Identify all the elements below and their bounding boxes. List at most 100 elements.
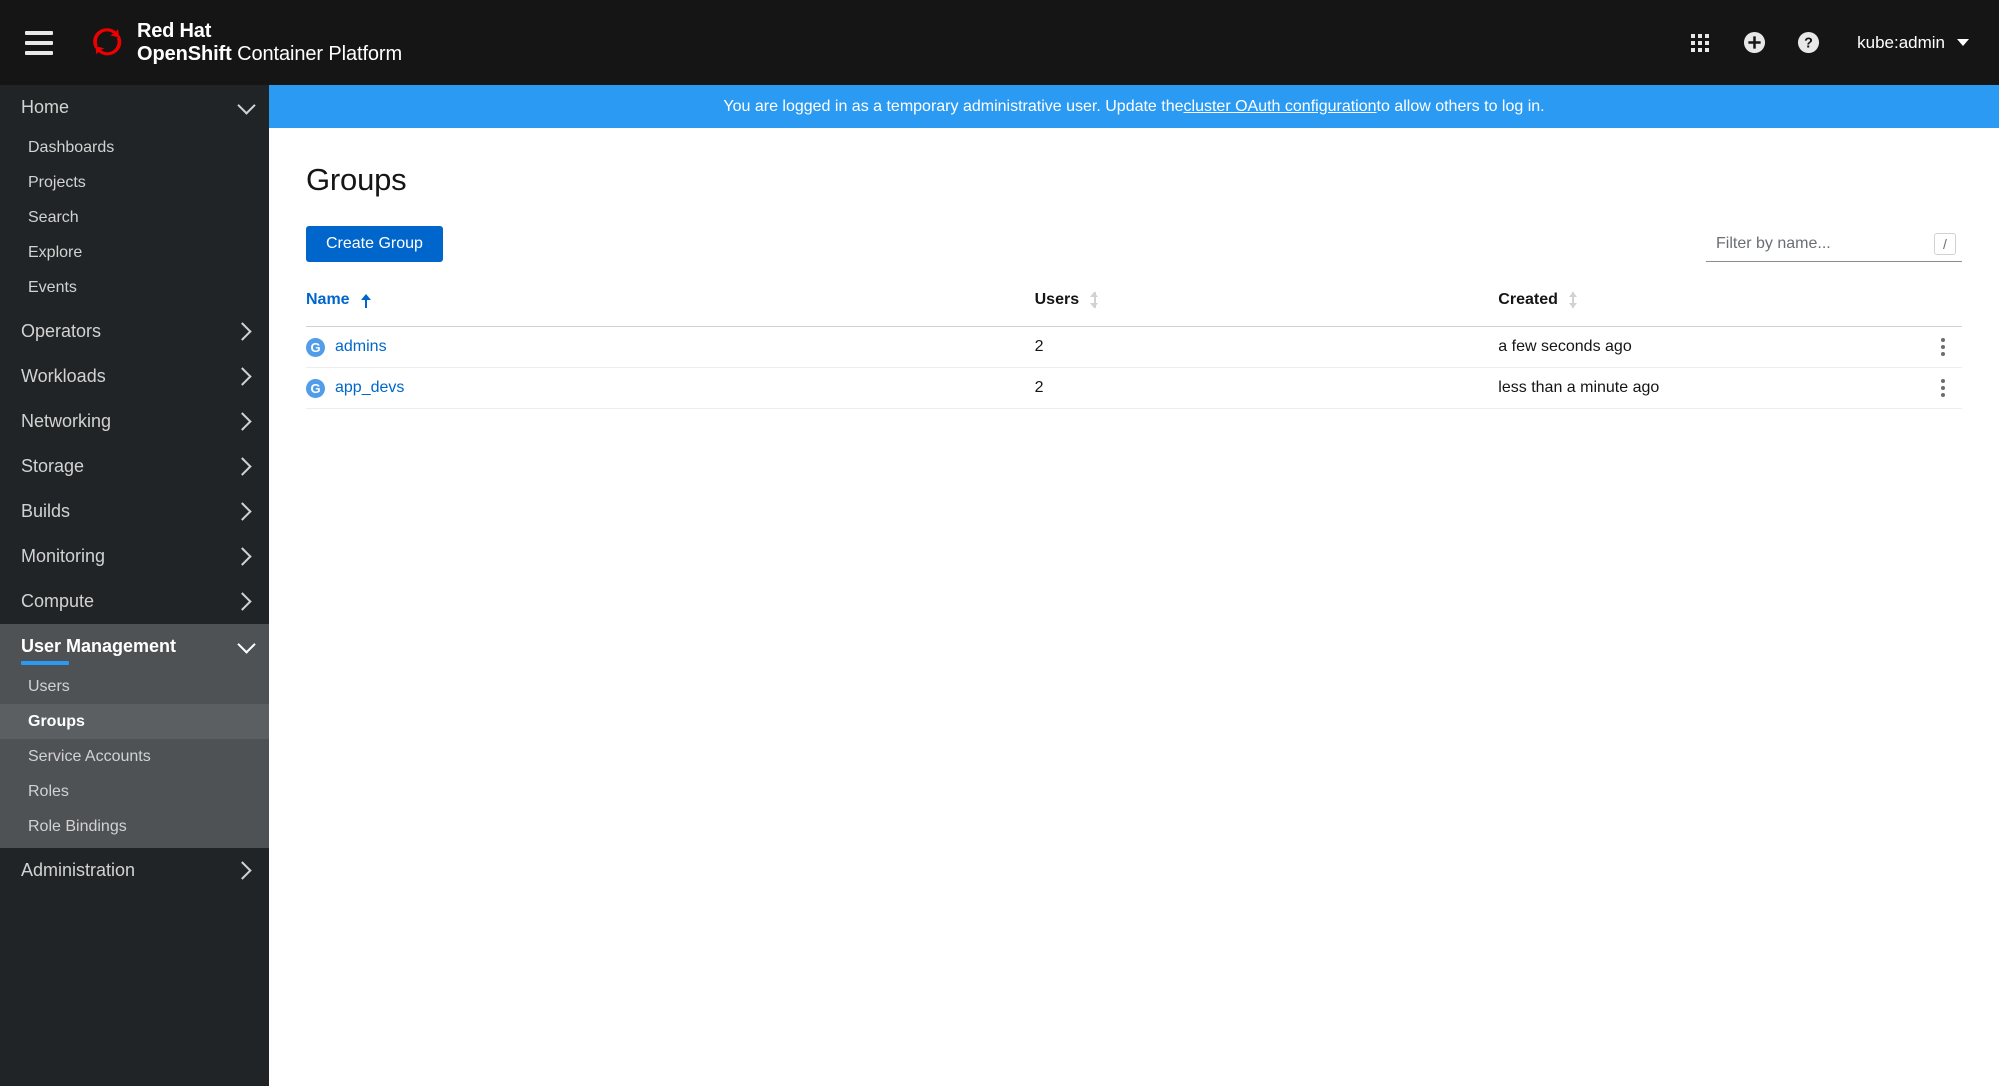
sidebar-group-header-networking[interactable]: Networking	[0, 399, 269, 444]
chevron-right-icon	[233, 502, 252, 521]
kebab-wrapper	[1863, 328, 1962, 366]
grid-dot	[1705, 40, 1710, 45]
question-circle-help-icon[interactable]: ?	[1785, 20, 1831, 66]
sort-up-glyph	[1090, 292, 1099, 297]
grid-dot	[1698, 40, 1703, 45]
hamburger-menu-icon[interactable]	[18, 22, 60, 64]
plus-circle-icon[interactable]	[1731, 20, 1777, 66]
group-name-link[interactable]: admins	[335, 338, 387, 356]
sidebar-group-header-administration[interactable]: Administration	[0, 848, 269, 893]
groups-table-head: Name Users Created	[306, 291, 1962, 327]
grid-dot	[1705, 33, 1710, 38]
sidebar-group-monitoring: Monitoring	[0, 534, 269, 579]
sidebar-item-events[interactable]: Events	[0, 270, 269, 305]
column-header-users-label: Users	[1034, 291, 1080, 308]
filter-by-name-input[interactable]	[1706, 226, 1962, 262]
grid-dot	[1705, 47, 1710, 52]
sidebar-item-groups[interactable]: Groups	[0, 704, 269, 739]
sidebar-item-projects[interactable]: Projects	[0, 165, 269, 200]
sidebar-subitems-user-management: Users Groups Service Accounts Roles Role…	[0, 669, 269, 848]
sort-control-users[interactable]: Users	[1035, 291, 1499, 309]
table-row: G admins 2 a few seconds ago	[306, 326, 1962, 368]
group-name-cell: G admins	[306, 337, 1035, 357]
plus-circle-glyph	[1743, 31, 1765, 54]
filter-box: /	[1706, 226, 1962, 262]
create-group-button[interactable]: Create Group	[306, 226, 443, 262]
sidebar-group-compute: Compute	[0, 579, 269, 624]
sidebar-group-home: Home Dashboards Projects Search Explore …	[0, 85, 269, 309]
kebab-menu-icon[interactable]	[1924, 369, 1962, 407]
group-badge-icon: G	[306, 378, 325, 398]
sidebar-item-service-accounts[interactable]: Service Accounts	[0, 739, 269, 774]
sidebar-group-header-home[interactable]: Home	[0, 85, 269, 130]
chevron-right-icon	[233, 412, 252, 431]
kebab-dot	[1941, 352, 1945, 356]
grid-dot	[1691, 33, 1696, 38]
brand-logo[interactable]: Red Hat OpenShift Container Platform	[88, 20, 402, 65]
notice-text-before: You are logged in as a temporary adminis…	[723, 97, 1184, 115]
sidebar-item-users[interactable]: Users	[0, 669, 269, 704]
grid-dot	[1698, 47, 1703, 52]
brand-line-product: OpenShift Container Platform	[137, 43, 402, 65]
main-content: You are logged in as a temporary adminis…	[269, 85, 1999, 1086]
masthead: Red Hat OpenShift Container Platform ? k…	[0, 0, 1999, 85]
sort-control-created[interactable]: Created	[1498, 291, 1862, 309]
chevron-right-icon	[233, 367, 252, 386]
column-header-name[interactable]: Name	[306, 291, 1035, 327]
page-content: Groups Create Group /	[269, 128, 1999, 1086]
sidebar-group-header-compute[interactable]: Compute	[0, 579, 269, 624]
list-toolbar: Create Group /	[306, 226, 1962, 262]
cluster-oauth-configuration-link[interactable]: cluster OAuth configuration	[1184, 98, 1377, 116]
cell-name: G app_devs	[306, 367, 1035, 409]
sidebar-group-header-builds[interactable]: Builds	[0, 489, 269, 534]
sort-both-icon	[1090, 292, 1099, 308]
application-launcher-grid-icon[interactable]	[1677, 20, 1723, 66]
sidebar-group-header-monitoring[interactable]: Monitoring	[0, 534, 269, 579]
kebab-menu-icon[interactable]	[1924, 328, 1962, 366]
column-header-created-label: Created	[1498, 291, 1558, 308]
red-hat-logo-icon	[93, 27, 122, 55]
column-header-actions	[1862, 291, 1962, 327]
chevron-right-icon	[233, 322, 252, 341]
sidebar-item-dashboards[interactable]: Dashboards	[0, 130, 269, 165]
column-header-created[interactable]: Created	[1498, 291, 1863, 327]
cell-name: G admins	[306, 326, 1035, 368]
sidebar-group-label-builds: Builds	[21, 501, 71, 521]
sidebar-group-header-storage[interactable]: Storage	[0, 444, 269, 489]
cell-created: a few seconds ago	[1498, 326, 1863, 368]
help-glyph: ?	[1797, 31, 1819, 54]
temporary-user-notice-banner: You are logged in as a temporary adminis…	[269, 85, 1999, 128]
sidebar-group-header-user-management[interactable]: User Management	[0, 624, 269, 669]
primary-sidebar: Home Dashboards Projects Search Explore …	[0, 85, 269, 1086]
sidebar-group-header-workloads[interactable]: Workloads	[0, 354, 269, 399]
sidebar-group-storage: Storage	[0, 444, 269, 489]
sidebar-item-explore[interactable]: Explore	[0, 235, 269, 270]
brand-line-red-hat: Red Hat	[137, 20, 212, 43]
group-name-cell: G app_devs	[306, 378, 1035, 398]
chevron-right-icon	[233, 457, 252, 476]
masthead-tools: ? kube:admin	[1669, 20, 1975, 66]
svg-text:?: ?	[1804, 36, 1813, 52]
user-menu[interactable]: kube:admin	[1857, 33, 1975, 53]
group-badge-icon: G	[306, 337, 325, 357]
kebab-dot	[1941, 338, 1945, 342]
sidebar-group-label-workloads: Workloads	[21, 366, 106, 386]
brand-product-openshift: OpenShift	[137, 42, 232, 65]
kebab-dot	[1941, 345, 1945, 349]
sidebar-group-label-networking: Networking	[21, 411, 112, 431]
column-header-users[interactable]: Users	[1034, 291, 1499, 327]
sidebar-group-label-monitoring: Monitoring	[21, 546, 106, 566]
sidebar-group-label-operators: Operators	[21, 321, 102, 341]
group-name-link[interactable]: app_devs	[335, 379, 404, 397]
sort-control-name[interactable]: Name	[306, 291, 1035, 309]
sort-up-glyph	[1568, 292, 1577, 297]
filter-shortcut-badge: /	[1934, 233, 1956, 255]
sidebar-item-role-bindings[interactable]: Role Bindings	[0, 809, 269, 844]
openshift-console: Red Hat OpenShift Container Platform ? k…	[0, 0, 1999, 1086]
table-row: G app_devs 2 less than a minute ago	[306, 367, 1962, 409]
sidebar-item-search[interactable]: Search	[0, 200, 269, 235]
chevron-right-icon	[233, 547, 252, 566]
sidebar-group-header-operators[interactable]: Operators	[0, 309, 269, 354]
sidebar-group-label-compute: Compute	[21, 591, 95, 611]
sidebar-item-roles[interactable]: Roles	[0, 774, 269, 809]
